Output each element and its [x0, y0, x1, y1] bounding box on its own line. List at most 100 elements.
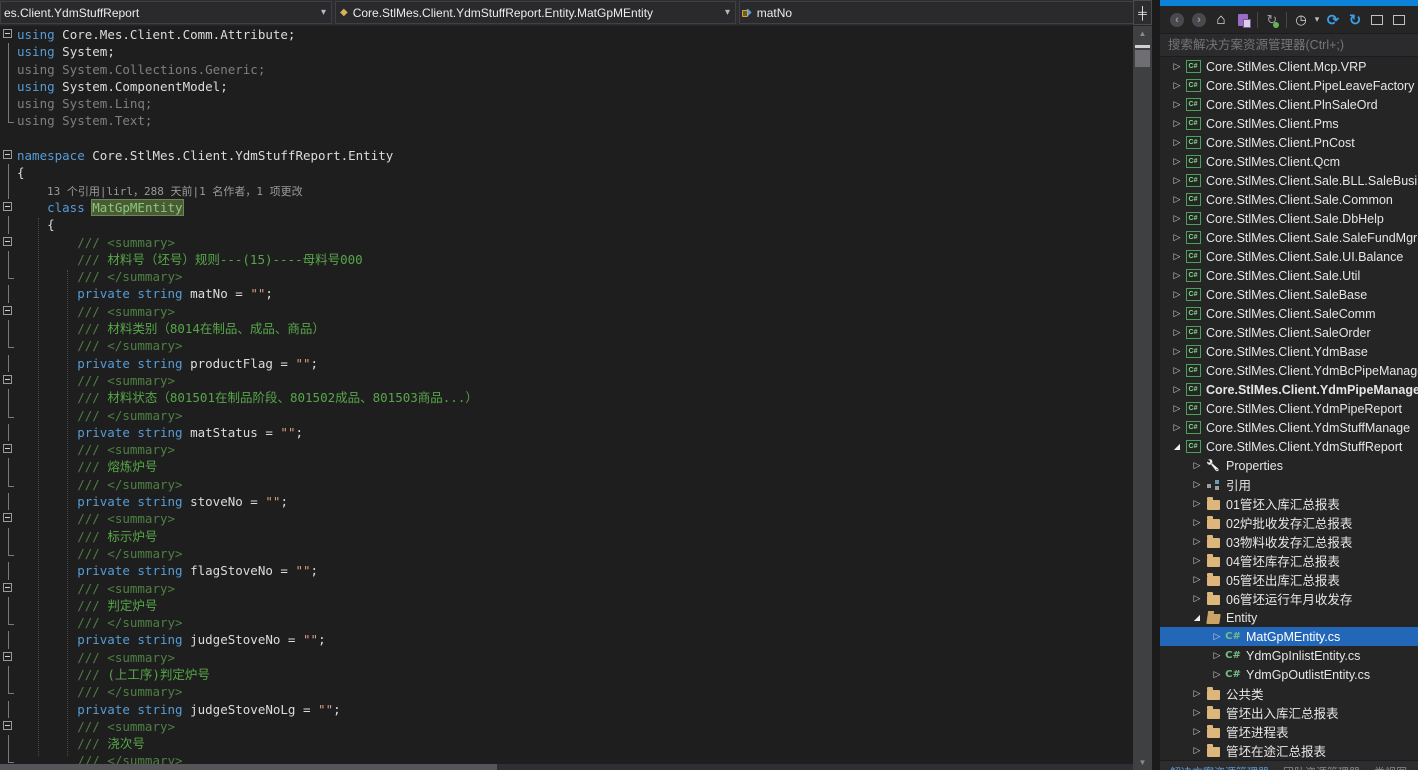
tree-row[interactable]: ▷C#Core.StlMes.Client.Pms — [1160, 114, 1418, 133]
expand-arrow-icon[interactable]: ▷ — [1190, 574, 1204, 585]
tree-row[interactable]: ▷C#Core.StlMes.Client.SaleComm — [1160, 304, 1418, 323]
expand-arrow-icon[interactable]: ▷ — [1170, 346, 1184, 357]
tree-row[interactable]: ▷C#Core.StlMes.Client.Sale.DbHelp — [1160, 209, 1418, 228]
expand-arrow-icon[interactable]: ▷ — [1170, 156, 1184, 167]
expand-arrow-icon[interactable]: ▷ — [1170, 251, 1184, 262]
tree-row[interactable]: ▷C#Core.StlMes.Client.YdmBase — [1160, 342, 1418, 361]
fold-marker-icon[interactable] — [0, 199, 17, 216]
fold-marker-icon[interactable] — [0, 147, 17, 164]
tree-row[interactable]: ▷C#Core.StlMes.Client.SaleOrder — [1160, 323, 1418, 342]
expand-arrow-icon[interactable]: ▷ — [1170, 365, 1184, 376]
tree-row[interactable]: ▷C#Core.StlMes.Client.Sale.SaleFundMgr — [1160, 228, 1418, 247]
tree-row[interactable]: ▷C#Core.StlMes.Client.Sale.Util — [1160, 266, 1418, 285]
tree-row[interactable]: ▷管坯进程表 — [1160, 722, 1418, 741]
tree-row[interactable]: ▷C#Core.StlMes.Client.PlnSaleOrd — [1160, 95, 1418, 114]
expand-arrow-icon[interactable]: ▷ — [1170, 384, 1184, 395]
tree-row[interactable]: ▷C#Core.StlMes.Client.PnCost — [1160, 133, 1418, 152]
tree-row[interactable]: ▷C#YdmGpInlistEntity.cs — [1160, 646, 1418, 665]
chevron-down-icon[interactable]: ▾ — [1312, 14, 1322, 25]
fold-marker-icon[interactable] — [0, 441, 17, 458]
expand-arrow-icon[interactable]: ▷ — [1190, 479, 1204, 490]
expand-arrow-icon[interactable]: ▷ — [1170, 403, 1184, 414]
expand-arrow-icon[interactable]: ▷ — [1170, 61, 1184, 72]
fold-marker-icon[interactable] — [0, 510, 17, 527]
tree-row[interactable]: ▷C#YdmGpOutlistEntity.cs — [1160, 665, 1418, 684]
panel-tab[interactable]: 解决方案资源管理器 — [1170, 764, 1269, 770]
tree-row[interactable]: ▷C#Core.StlMes.Client.Sale.Common — [1160, 190, 1418, 209]
panel-separator[interactable] — [1152, 0, 1160, 770]
expand-arrow-icon[interactable]: ▷ — [1190, 707, 1204, 718]
expand-arrow-icon[interactable]: ▷ — [1190, 536, 1204, 547]
tree-row[interactable]: ▷管坯在途汇总报表 — [1160, 741, 1418, 760]
expand-arrow-icon[interactable]: ▷ — [1170, 99, 1184, 110]
tree-row[interactable]: ◢Entity — [1160, 608, 1418, 627]
tree-row[interactable]: ▷06管坯运行年月收发存 — [1160, 589, 1418, 608]
show-all-files-button[interactable] — [1388, 9, 1410, 31]
fold-marker-icon[interactable] — [0, 580, 17, 597]
vertical-scrollbar-thumb[interactable] — [1135, 50, 1150, 67]
sync-with-active-document-button[interactable] — [1232, 9, 1254, 31]
expand-arrow-icon[interactable]: ▷ — [1170, 232, 1184, 243]
scroll-down-icon[interactable]: ▼ — [1133, 758, 1152, 767]
expand-arrow-icon[interactable]: ▷ — [1210, 650, 1224, 661]
tree-row[interactable]: ▷05管坯出库汇总报表 — [1160, 570, 1418, 589]
expand-arrow-icon[interactable]: ▷ — [1190, 726, 1204, 737]
expand-arrow-icon[interactable]: ▷ — [1170, 175, 1184, 186]
tree-row[interactable]: ▷C#MatGpMEntity.cs — [1160, 627, 1418, 646]
expand-arrow-icon[interactable]: ▷ — [1170, 213, 1184, 224]
member-dropdown[interactable]: ◆ matNo ▾ — [739, 1, 1145, 24]
expand-arrow-icon[interactable]: ▷ — [1190, 745, 1204, 756]
tree-row[interactable]: ▷03物料收发存汇总报表 — [1160, 532, 1418, 551]
expand-arrow-icon[interactable]: ▷ — [1170, 80, 1184, 91]
fold-marker-icon[interactable] — [0, 234, 17, 251]
collapse-arrow-icon[interactable]: ◢ — [1170, 442, 1184, 451]
code-editor[interactable]: using Core.Mes.Client.Comm.Attribute;usi… — [0, 26, 1133, 764]
vertical-scrollbar[interactable]: ▲ ▼ — [1133, 26, 1152, 770]
panel-tab[interactable]: 类视图 — [1374, 764, 1407, 770]
tree-row[interactable]: ▷管坯出入库汇总报表 — [1160, 703, 1418, 722]
horizontal-scrollbar[interactable] — [0, 764, 1133, 770]
split-editor-button[interactable]: ╪ — [1133, 0, 1152, 25]
tree-row[interactable]: ▷C#Core.StlMes.Client.Sale.BLL.SaleBusin… — [1160, 171, 1418, 190]
project-dropdown[interactable]: es.Client.YdmStuffReport ▾ — [0, 1, 332, 24]
home-button[interactable]: ⌂ — [1210, 9, 1232, 31]
expand-arrow-icon[interactable]: ▷ — [1190, 593, 1204, 604]
expand-arrow-icon[interactable]: ▷ — [1190, 498, 1204, 509]
horizontal-scrollbar-thumb[interactable] — [0, 764, 497, 770]
tree-row[interactable]: ▷🔧Properties — [1160, 456, 1418, 475]
tree-row[interactable]: ▷C#Core.StlMes.Client.YdmPipeManage — [1160, 380, 1418, 399]
fold-marker-icon[interactable] — [0, 372, 17, 389]
tree-row[interactable]: ▷02炉批收发存汇总报表 — [1160, 513, 1418, 532]
refresh-button[interactable]: ⟳ — [1322, 9, 1344, 31]
expand-arrow-icon[interactable]: ▷ — [1190, 517, 1204, 528]
scroll-up-icon[interactable]: ▲ — [1133, 29, 1152, 38]
tree-row[interactable]: ◢C#Core.StlMes.Client.YdmStuffReport — [1160, 437, 1418, 456]
expand-arrow-icon[interactable]: ▷ — [1170, 422, 1184, 433]
tree-row[interactable]: ▷C#Core.StlMes.Client.YdmStuffManage — [1160, 418, 1418, 437]
fold-marker-icon[interactable] — [0, 26, 17, 43]
collapse-all-button[interactable] — [1366, 9, 1388, 31]
fold-marker-icon[interactable] — [0, 303, 17, 320]
fold-marker-icon[interactable] — [0, 718, 17, 735]
type-dropdown[interactable]: ◆ Core.StlMes.Client.YdmStuffReport.Enti… — [335, 1, 736, 24]
fold-marker-icon[interactable] — [0, 649, 17, 666]
expand-arrow-icon[interactable]: ▷ — [1210, 669, 1224, 680]
filtered-view-button[interactable]: ↻ — [1261, 9, 1283, 31]
panel-tab[interactable]: 团队资源管理器 — [1283, 764, 1360, 770]
expand-arrow-icon[interactable]: ▷ — [1210, 631, 1224, 642]
sync-view-button[interactable]: ↻ — [1344, 9, 1366, 31]
expand-arrow-icon[interactable]: ▷ — [1190, 688, 1204, 699]
expand-arrow-icon[interactable]: ▷ — [1170, 137, 1184, 148]
expand-arrow-icon[interactable]: ▷ — [1170, 194, 1184, 205]
tree-row[interactable]: ▷C#Core.StlMes.Client.PipeLeaveFactory — [1160, 76, 1418, 95]
pending-changes-filter-button[interactable]: ◷ — [1290, 9, 1312, 31]
tree-row[interactable]: ▷01管坯入库汇总报表 — [1160, 494, 1418, 513]
expand-arrow-icon[interactable]: ▷ — [1170, 270, 1184, 281]
back-button[interactable]: ‹ — [1166, 9, 1188, 31]
tree-row[interactable]: ▷C#Core.StlMes.Client.Qcm — [1160, 152, 1418, 171]
tree-row[interactable]: ▷C#Core.StlMes.Client.SaleBase — [1160, 285, 1418, 304]
tree-row[interactable]: ▷C#Core.StlMes.Client.Sale.UI.Balance — [1160, 247, 1418, 266]
search-input[interactable] — [1160, 34, 1418, 56]
tree-row[interactable]: ▷引用 — [1160, 475, 1418, 494]
tree-row[interactable]: ▷C#Core.StlMes.Client.Mcp.VRP — [1160, 57, 1418, 76]
